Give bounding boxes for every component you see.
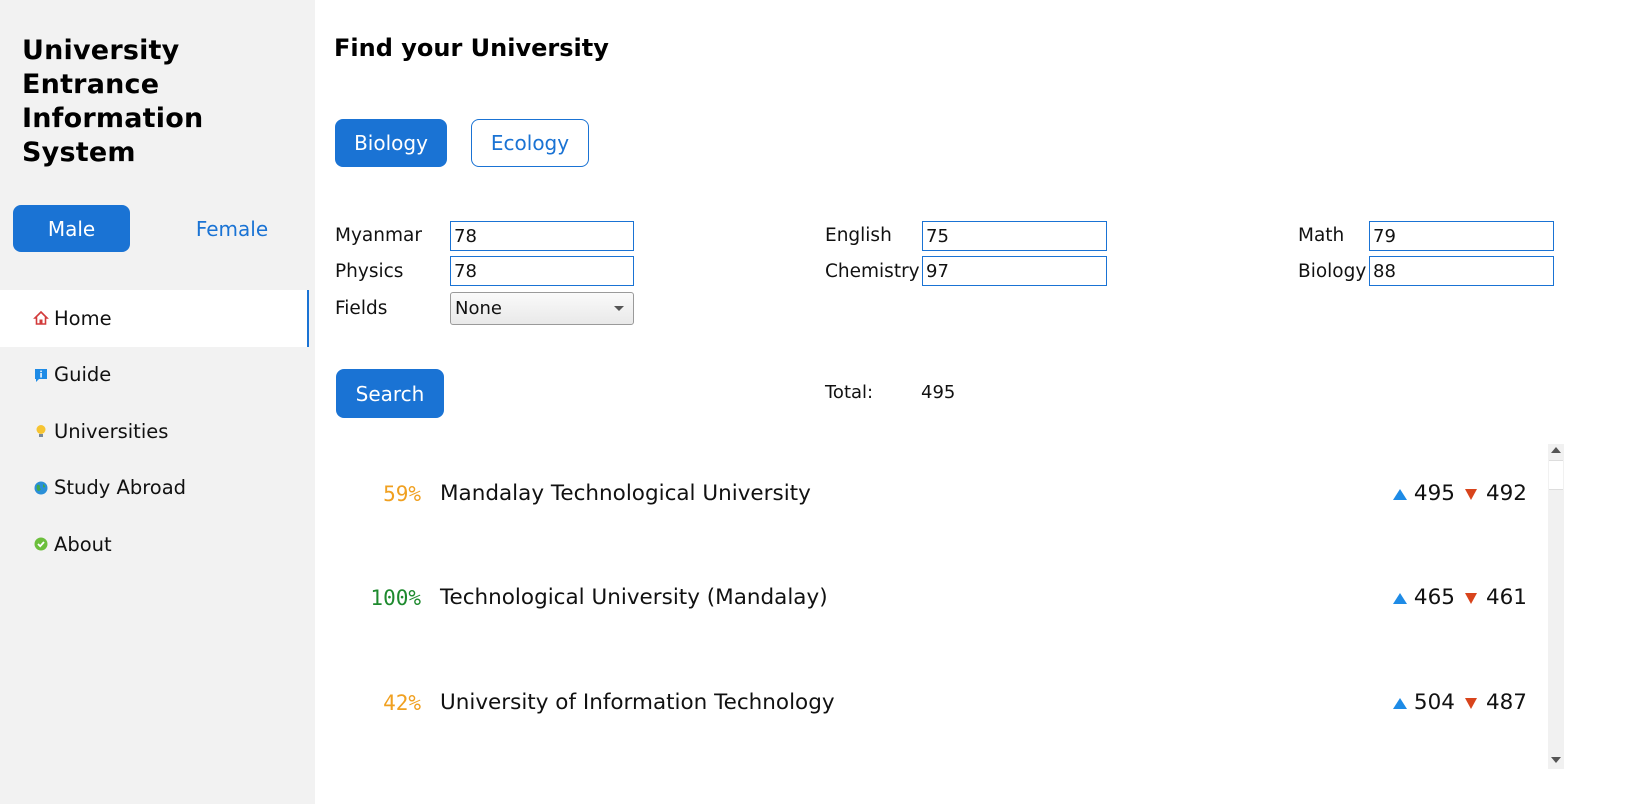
triangle-up-icon [1392, 697, 1407, 709]
globe-icon [33, 480, 49, 496]
university-name: Mandalay Technological University [440, 481, 811, 506]
total-value: 495 [921, 382, 956, 403]
check-icon [33, 536, 49, 552]
sidebar-item-label: About [54, 532, 112, 556]
male-button[interactable]: Male [13, 205, 130, 252]
biology-label: Biology [1298, 261, 1367, 282]
max-score: 465 [1413, 585, 1455, 610]
sidebar-item-study-abroad[interactable]: Study Abroad [0, 460, 315, 517]
chemistry-input[interactable]: 97 [922, 256, 1107, 286]
chemistry-label: Chemistry [825, 261, 920, 282]
results-list: 59% Mandalay Technological University 49… [315, 444, 1547, 769]
total-label: Total: [825, 382, 874, 403]
min-score: 492 [1485, 481, 1527, 506]
sidebar-item-label: Guide [54, 363, 112, 387]
sidebar-item-home[interactable]: Home [0, 290, 309, 347]
sidebar-item-guide[interactable]: Guide [0, 347, 315, 404]
list-item[interactable]: 59% Mandalay Technological University 49… [315, 464, 1547, 524]
scroll-up-icon[interactable] [1551, 447, 1561, 453]
female-button[interactable]: Female [172, 205, 292, 252]
info-icon [33, 367, 49, 383]
sidebar-item-label: Home [54, 306, 112, 330]
home-icon [33, 310, 49, 326]
physics-input[interactable]: 78 [450, 256, 634, 286]
field-biology-button[interactable]: Biology [335, 119, 447, 167]
scrollbar-thumb[interactable] [1549, 460, 1563, 490]
search-button[interactable]: Search [336, 369, 444, 418]
lightbulb-icon [33, 423, 49, 439]
myanmar-label: Myanmar [335, 225, 422, 246]
sidebar: University Entrance Information System M… [0, 0, 315, 804]
sidebar-item-label: Universities [54, 419, 169, 443]
min-score: 461 [1485, 585, 1527, 610]
fields-select[interactable]: None [450, 292, 634, 325]
triangle-down-icon [1464, 592, 1477, 604]
results-scrollbar[interactable] [1548, 444, 1564, 769]
sidebar-item-universities[interactable]: Universities [0, 403, 315, 460]
university-name: Technological University (Mandalay) [440, 585, 828, 610]
list-item[interactable]: 42% University of Information Technology… [315, 673, 1547, 733]
triangle-up-icon [1392, 592, 1407, 604]
field-ecology-button[interactable]: Ecology [471, 119, 589, 167]
math-input[interactable]: 79 [1369, 221, 1554, 251]
chevron-down-icon [614, 306, 624, 311]
biology-input[interactable]: 88 [1369, 256, 1554, 286]
max-score: 504 [1413, 690, 1455, 715]
match-percent: 100% [370, 586, 421, 610]
triangle-up-icon [1392, 488, 1407, 500]
triangle-down-icon [1464, 488, 1477, 500]
myanmar-input[interactable]: 78 [450, 221, 634, 251]
max-score: 495 [1413, 481, 1455, 506]
score-range: 495 492 [1392, 464, 1527, 524]
sidebar-item-about[interactable]: About [0, 516, 315, 573]
sidebar-nav: Home Guide Universities Study Abroad Abo… [0, 290, 315, 573]
university-name: University of Information Technology [440, 690, 835, 715]
triangle-down-icon [1464, 697, 1477, 709]
page-title: Find your University [334, 34, 609, 62]
physics-label: Physics [335, 261, 404, 282]
math-label: Math [1298, 225, 1345, 246]
english-label: English [825, 225, 892, 246]
app-title: University Entrance Information System [22, 35, 204, 168]
english-input[interactable]: 75 [922, 221, 1107, 251]
fields-label: Fields [335, 298, 388, 319]
match-percent: 59% [383, 482, 421, 506]
score-range: 465 461 [1392, 568, 1527, 628]
list-item[interactable]: 100% Technological University (Mandalay)… [315, 568, 1547, 628]
sidebar-item-label: Study Abroad [54, 476, 187, 500]
fields-select-value: None [455, 298, 502, 319]
match-percent: 42% [383, 691, 421, 715]
min-score: 487 [1485, 690, 1527, 715]
scroll-down-icon[interactable] [1551, 757, 1561, 763]
score-range: 504 487 [1392, 673, 1527, 733]
